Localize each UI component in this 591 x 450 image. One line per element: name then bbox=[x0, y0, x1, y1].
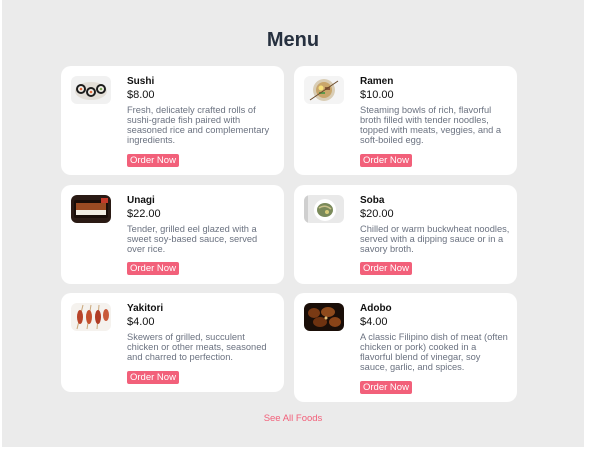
item-price: $20.00 bbox=[360, 208, 394, 220]
yakitori-image bbox=[71, 303, 111, 331]
page-title: Menu bbox=[266, 29, 320, 51]
see-all-foods-link[interactable]: See All Foods bbox=[2, 413, 584, 424]
menu-card-sushi: Sushi $8.00 Fresh, delicately crafted ro… bbox=[61, 66, 284, 175]
sushi-image bbox=[71, 76, 111, 104]
adobo-image bbox=[304, 303, 344, 331]
menu-card-ramen: Ramen $10.00 Steaming bowls of rich, fla… bbox=[294, 66, 517, 175]
item-name: Soba bbox=[360, 195, 385, 206]
menu-card-unagi: Unagi $22.00 Tender, grilled eel glazed … bbox=[61, 185, 284, 284]
menu-card-adobo: Adobo $4.00 A classic Filipino dish of m… bbox=[294, 293, 517, 402]
order-now-button[interactable]: Order Now bbox=[127, 154, 179, 167]
order-now-button[interactable]: Order Now bbox=[360, 262, 412, 275]
item-price: $8.00 bbox=[127, 89, 155, 101]
menu-card-soba: Soba $20.00 Chilled or warm buckwheat no… bbox=[294, 185, 517, 284]
item-description: Fresh, delicately crafted rolls of sushi… bbox=[127, 105, 270, 145]
item-name: Yakitori bbox=[127, 303, 164, 314]
item-price: $22.00 bbox=[127, 208, 161, 220]
ramen-image bbox=[304, 76, 344, 104]
item-name: Ramen bbox=[360, 76, 394, 87]
order-now-button[interactable]: Order Now bbox=[127, 371, 179, 384]
item-description: A classic Filipino dish of meat (often c… bbox=[360, 332, 508, 372]
page-edge bbox=[584, 0, 591, 450]
soba-image bbox=[304, 195, 344, 223]
item-name: Adobo bbox=[360, 303, 392, 314]
item-description: Skewers of grilled, succulent chicken or… bbox=[127, 332, 267, 362]
item-name: Unagi bbox=[127, 195, 155, 206]
unagi-image bbox=[71, 195, 111, 223]
item-description: Tender, grilled eel glazed with a sweet … bbox=[127, 224, 258, 254]
item-description: Steaming bowls of rich, flavorful broth … bbox=[360, 105, 502, 145]
item-price: $10.00 bbox=[360, 89, 394, 101]
item-price: $4.00 bbox=[127, 316, 155, 328]
menu-card-yakitori: Yakitori $4.00 Skewers of grilled, succu… bbox=[61, 293, 284, 392]
order-now-button[interactable]: Order Now bbox=[127, 262, 179, 275]
item-name: Sushi bbox=[127, 76, 155, 87]
item-price: $4.00 bbox=[360, 316, 388, 328]
item-description: Chilled or warm buckwheat noodles, serve… bbox=[360, 224, 510, 254]
order-now-button[interactable]: Order Now bbox=[360, 381, 412, 394]
order-now-button[interactable]: Order Now bbox=[360, 154, 412, 167]
page-background: Menu Sushi $8.00 Fresh, delicately craft… bbox=[2, 0, 584, 447]
